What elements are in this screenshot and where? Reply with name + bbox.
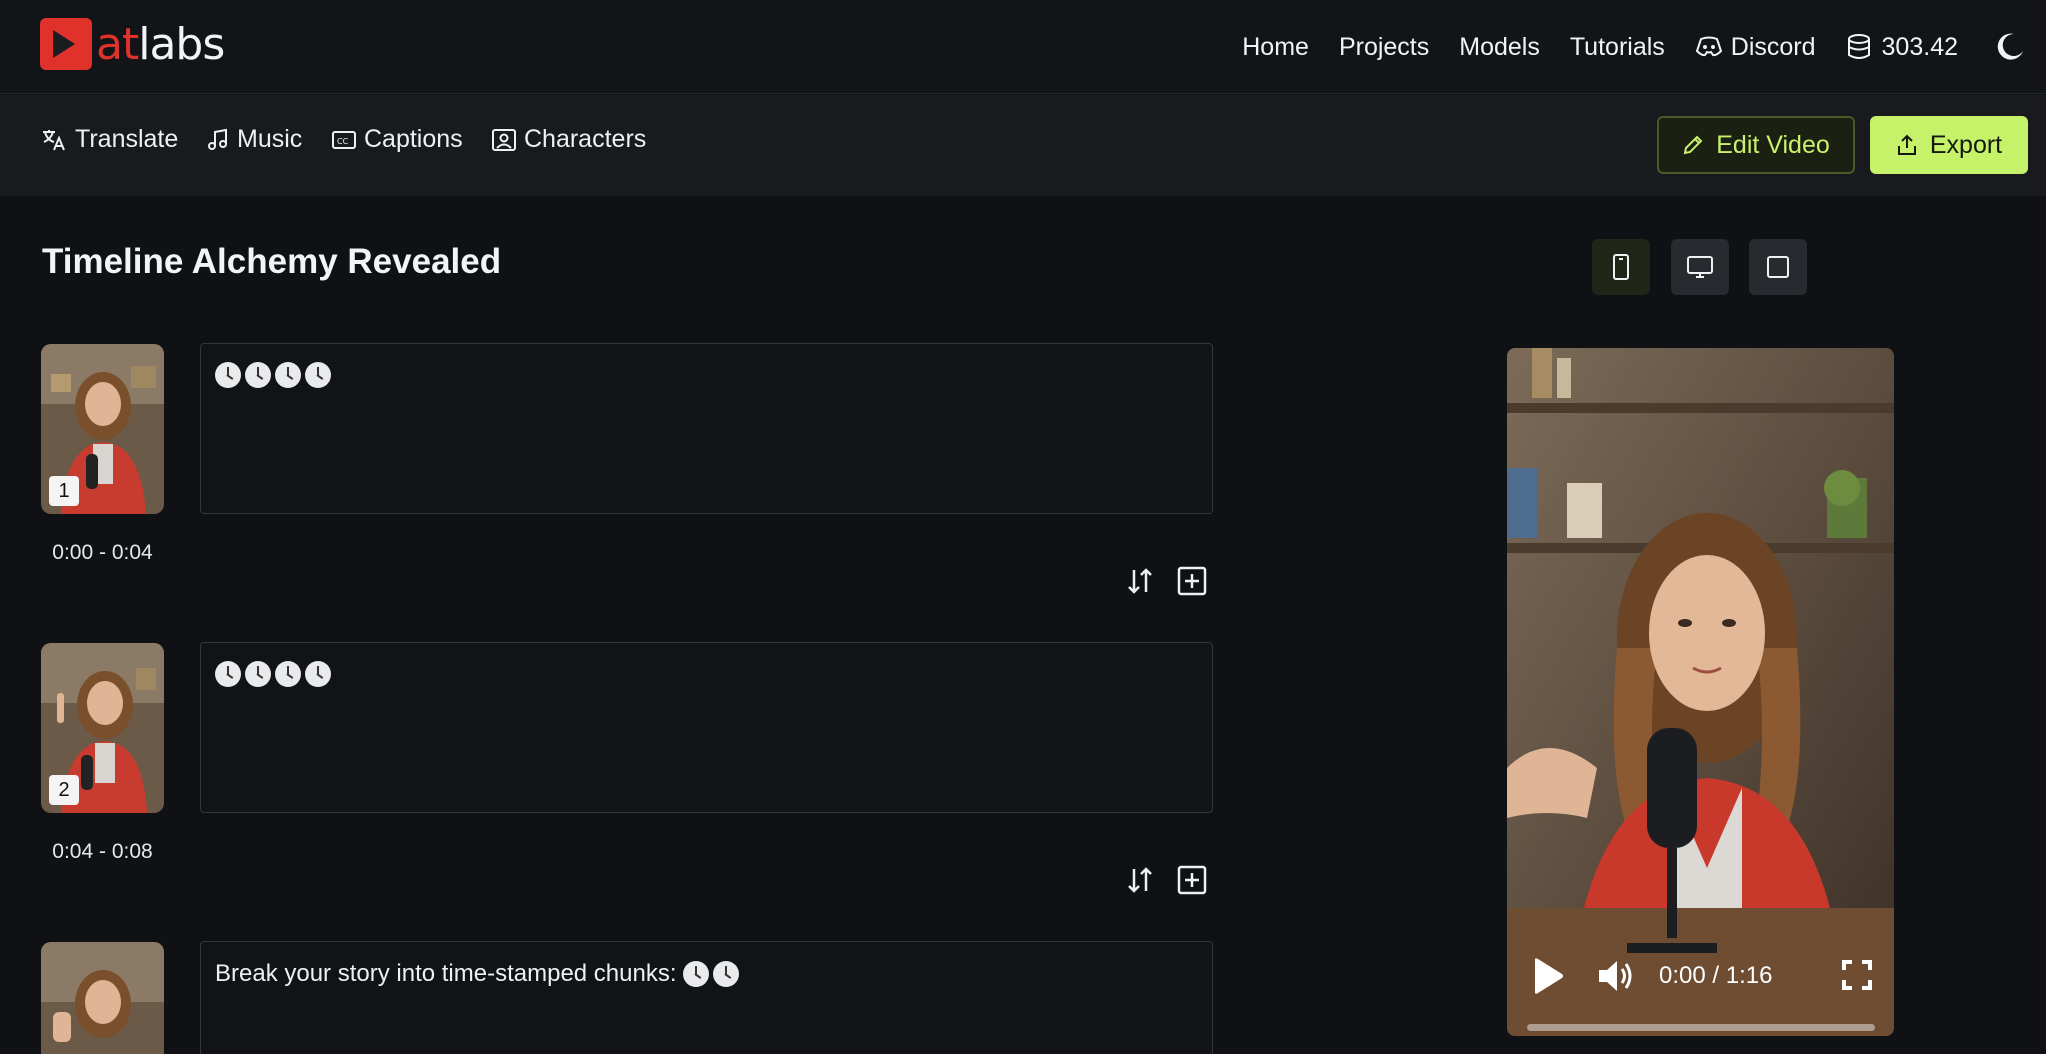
tool-music[interactable]: Music (207, 125, 302, 154)
clock-icon (215, 362, 241, 388)
tool-captions[interactable]: CC Captions (332, 125, 463, 154)
portrait-icon (1613, 254, 1629, 280)
desktop-view-button[interactable] (1671, 239, 1729, 295)
portrait-view-button[interactable] (1592, 239, 1650, 295)
translate-icon (43, 129, 65, 150)
main-nav: Home Projects Models Tutorials Discord 3… (1242, 0, 2046, 94)
reorder-button[interactable] (1125, 865, 1155, 895)
scene-script-text: Break your story into time-stamped chunk… (215, 960, 677, 987)
scene-thumbnail-3[interactable] (41, 942, 164, 1054)
pencil-icon (1683, 135, 1703, 155)
nav-home[interactable]: Home (1242, 33, 1309, 62)
discord-icon (1695, 36, 1722, 57)
sort-arrows-icon (1128, 568, 1152, 594)
clock-icon (305, 661, 331, 687)
scene-time-range: 0:00 - 0:04 (52, 541, 153, 564)
edit-video-button[interactable]: Edit Video (1657, 116, 1855, 174)
clock-icon (215, 661, 241, 687)
reorder-button[interactable] (1125, 566, 1155, 596)
clock-icon (245, 362, 271, 388)
captions-icon: CC (332, 130, 356, 149)
add-scene-button[interactable] (1177, 566, 1207, 596)
clock-icon (682, 961, 709, 987)
svg-text:CC: CC (337, 137, 349, 146)
tool-characters[interactable]: Characters (492, 125, 646, 154)
volume-icon[interactable] (1597, 958, 1635, 994)
nav-tutorials[interactable]: Tutorials (1570, 33, 1665, 62)
clock-icon (712, 961, 739, 987)
nav-discord[interactable]: Discord (1695, 33, 1816, 62)
theme-toggle[interactable] (1994, 31, 2026, 63)
music-icon (208, 128, 227, 150)
tool-translate[interactable]: Translate (41, 125, 178, 154)
sort-arrows-icon (1128, 867, 1152, 893)
scene-actions-2 (1103, 865, 1207, 895)
clock-icon (305, 362, 331, 388)
nav-projects[interactable]: Projects (1339, 33, 1429, 62)
player-controls: 0:00 / 1:16 (1507, 928, 1894, 1036)
logo-mark-icon (40, 18, 92, 70)
clock-icon (275, 362, 301, 388)
top-navigation: atlabs Home Projects Models Tutorials Di… (0, 0, 2046, 94)
scene-thumbnail-2[interactable]: 2 (41, 643, 164, 813)
square-icon (1767, 256, 1789, 278)
scene-script-box-2[interactable] (200, 642, 1213, 813)
scene-time-range: 0:04 - 0:08 (52, 840, 153, 863)
characters-icon (492, 128, 516, 151)
credits-balance[interactable]: 303.42 (1846, 33, 1958, 62)
share-icon (1897, 134, 1916, 155)
square-view-button[interactable] (1749, 239, 1807, 295)
export-button[interactable]: Export (1870, 116, 2028, 174)
scene-number-badge: 2 (49, 775, 79, 805)
clock-icon (275, 661, 301, 687)
player-time: 0:00 / 1:16 (1659, 962, 1773, 989)
coins-icon (1847, 34, 1870, 59)
logo-suffix: labs (138, 18, 225, 70)
fullscreen-icon[interactable] (1841, 959, 1873, 991)
desktop-icon (1687, 256, 1713, 278)
player-progress-bar[interactable] (1527, 1024, 1875, 1031)
play-icon[interactable] (1529, 956, 1565, 996)
scene-actions-1 (1103, 566, 1207, 596)
plus-square-icon (1177, 865, 1207, 895)
scene-number-badge: 1 (49, 476, 79, 506)
scene-thumbnail-1[interactable]: 1 (41, 344, 164, 514)
project-title: Timeline Alchemy Revealed (42, 242, 502, 281)
add-scene-button[interactable] (1177, 865, 1207, 895)
moon-icon (1997, 33, 2023, 60)
scene-script-box-3[interactable]: Break your story into time-stamped chunk… (200, 941, 1213, 1054)
logo-prefix: at (96, 18, 139, 70)
scene-script-box-1[interactable] (200, 343, 1213, 514)
plus-square-icon (1177, 566, 1207, 596)
nav-models[interactable]: Models (1459, 33, 1540, 62)
clock-icon (245, 661, 271, 687)
video-preview[interactable]: 0:00 / 1:16 (1507, 348, 1894, 1036)
logo[interactable]: atlabs (40, 18, 225, 70)
